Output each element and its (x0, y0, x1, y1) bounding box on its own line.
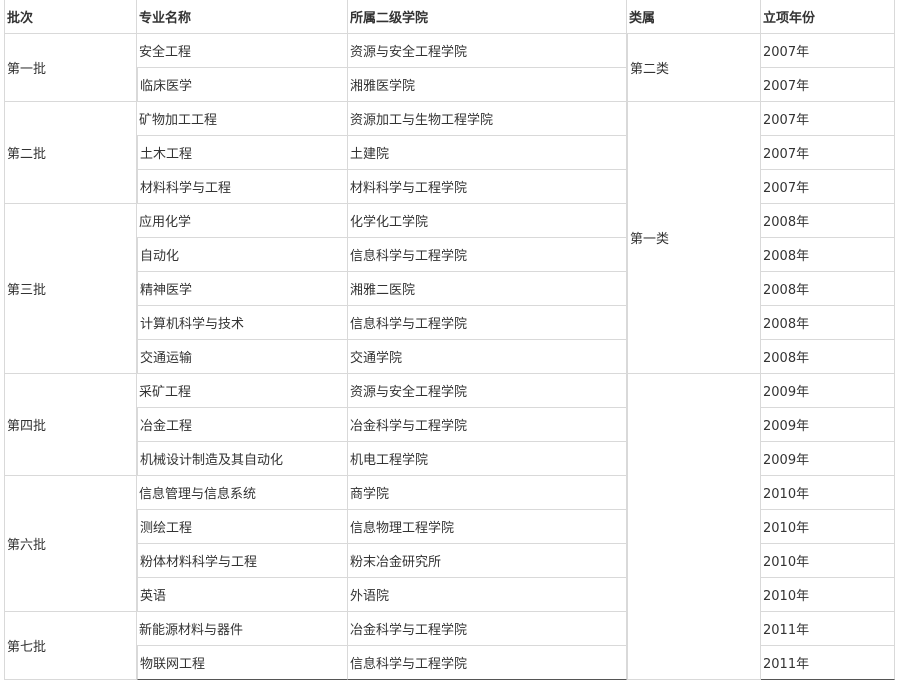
major-cell: 交通运输 (137, 340, 348, 374)
table-row: 第三批 应用化学 化学化工学院 2008年 (4, 204, 895, 374)
table-row: 交通运输 交通学院 2008年 (4, 340, 895, 374)
major-cell: 精神医学 (137, 272, 348, 306)
college-cell: 商学院 (348, 476, 627, 510)
major-cell: 材料科学与工程 (137, 170, 348, 204)
year-cell: 2007年 (761, 136, 895, 170)
table-row: 土木工程 土建院 2007年 (4, 136, 895, 170)
batch-cell: 第六批 (4, 476, 137, 612)
college-cell: 信息科学与工程学院 (348, 646, 627, 680)
year-cell: 2008年 (761, 306, 895, 340)
batch-cell: 第二批 (4, 102, 137, 204)
batch-cell: 第七批 (4, 612, 137, 680)
major-cell: 物联网工程 (137, 646, 348, 680)
table-row: 冶金工程 冶金科学与工程学院 2009年 (4, 408, 895, 442)
college-cell: 信息物理工程学院 (348, 510, 627, 544)
major-cell: 采矿工程 (137, 374, 348, 408)
year-cell: 2010年 (761, 510, 895, 544)
table-row: 材料科学与工程 材料科学与工程学院 2007年 (4, 170, 895, 204)
major-cell: 土木工程 (137, 136, 348, 170)
header-category: 类属 (627, 0, 761, 34)
year-cell: 2008年 (761, 238, 895, 272)
header-year: 立项年份 (761, 0, 895, 34)
table-row: 第六批 信息管理与信息系统 商学院 2010年 (4, 476, 895, 612)
year-cell: 2011年 (761, 646, 895, 680)
college-cell: 粉末冶金研究所 (348, 544, 627, 578)
college-cell: 化学化工学院 (348, 204, 627, 238)
major-cell: 应用化学 (137, 204, 348, 238)
major-cell: 机械设计制造及其自动化 (137, 442, 348, 476)
batch-cell: 第三批 (4, 204, 137, 374)
year-cell: 2007年 (761, 102, 895, 136)
table-row: 计算机科学与技术 信息科学与工程学院 2008年 (4, 306, 895, 340)
category-cell: 第二类 (627, 34, 761, 102)
college-cell: 湘雅二医院 (348, 272, 627, 306)
major-cell: 新能源材料与器件 (137, 612, 348, 646)
table-row: 第一批 安全工程 资源与安全工程学院 第二类 2007年 (4, 34, 895, 102)
year-cell: 2008年 (761, 272, 895, 306)
college-cell: 信息科学与工程学院 (348, 306, 627, 340)
batch-cell: 第四批 (4, 374, 137, 476)
header-college: 所属二级学院 (348, 0, 627, 34)
year-cell: 2007年 (761, 170, 895, 204)
table-row: 粉体材料科学与工程 粉末冶金研究所 2010年 (4, 544, 895, 578)
year-cell: 2009年 (761, 442, 895, 476)
category-cell: 第一类 (627, 102, 761, 374)
college-cell: 信息科学与工程学院 (348, 238, 627, 272)
year-cell: 2008年 (761, 340, 895, 374)
year-cell: 2008年 (761, 204, 895, 238)
major-cell: 信息管理与信息系统 (137, 476, 348, 510)
header-major: 专业名称 (137, 0, 348, 34)
table-row: 英语 外语院 2010年 (4, 578, 895, 612)
college-cell: 资源加工与生物工程学院 (348, 102, 627, 136)
major-cell: 临床医学 (137, 68, 348, 102)
table-row: 物联网工程 信息科学与工程学院 2011年 (4, 646, 895, 680)
major-cell: 英语 (137, 578, 348, 612)
header-batch: 批次 (4, 0, 137, 34)
college-cell: 冶金科学与工程学院 (348, 612, 627, 646)
college-cell: 交通学院 (348, 340, 627, 374)
college-cell: 机电工程学院 (348, 442, 627, 476)
year-cell: 2007年 (761, 68, 895, 102)
major-cell: 计算机科学与技术 (137, 306, 348, 340)
major-cell: 冶金工程 (137, 408, 348, 442)
table-row: 临床医学 湘雅医学院 2007年 (4, 68, 895, 102)
table-row: 第七批 新能源材料与器件 冶金科学与工程学院 2011年 (4, 612, 895, 680)
majors-table: 批次 专业名称 所属二级学院 类属 立项年份 第一批 安全工程 资源与安全工程学… (4, 0, 895, 680)
year-cell: 2007年 (761, 34, 895, 68)
year-cell: 2010年 (761, 476, 895, 510)
year-cell: 2009年 (761, 374, 895, 408)
table-row: 第二批 矿物加工工程 资源加工与生物工程学院 第一类 2007年 (4, 102, 895, 374)
table-row: 第四批 采矿工程 资源与安全工程学院 2009年 (4, 374, 895, 680)
college-cell: 湘雅医学院 (348, 68, 627, 102)
table-row: 精神医学 湘雅二医院 2008年 (4, 272, 895, 306)
college-cell: 外语院 (348, 578, 627, 612)
year-cell: 2010年 (761, 578, 895, 612)
category-cell-empty (627, 374, 761, 680)
major-cell: 安全工程 (137, 34, 348, 68)
table-row: 机械设计制造及其自动化 机电工程学院 2009年 (4, 442, 895, 476)
college-cell: 资源与安全工程学院 (348, 374, 627, 408)
college-cell: 土建院 (348, 136, 627, 170)
batch-cell: 第一批 (4, 34, 137, 102)
major-cell: 矿物加工工程 (137, 102, 348, 136)
college-cell: 冶金科学与工程学院 (348, 408, 627, 442)
major-cell: 自动化 (137, 238, 348, 272)
year-cell: 2011年 (761, 612, 895, 646)
major-cell: 测绘工程 (137, 510, 348, 544)
college-cell: 材料科学与工程学院 (348, 170, 627, 204)
header-row: 批次 专业名称 所属二级学院 类属 立项年份 (4, 0, 895, 34)
major-cell: 粉体材料科学与工程 (137, 544, 348, 578)
table-row: 测绘工程 信息物理工程学院 2010年 (4, 510, 895, 544)
year-cell: 2009年 (761, 408, 895, 442)
year-cell: 2010年 (761, 544, 895, 578)
table-row: 自动化 信息科学与工程学院 2008年 (4, 238, 895, 272)
college-cell: 资源与安全工程学院 (348, 34, 627, 68)
